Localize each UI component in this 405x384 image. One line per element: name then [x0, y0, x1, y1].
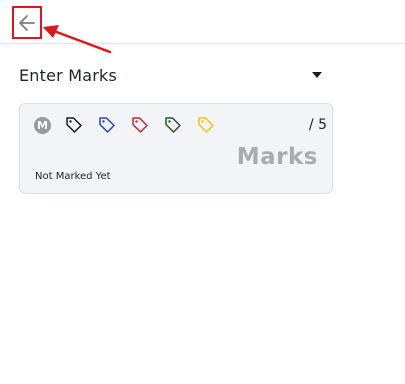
- m-badge-icon[interactable]: M: [34, 116, 51, 134]
- tag-icon-row: M: [34, 116, 230, 134]
- red-tag-icon[interactable]: [131, 116, 149, 134]
- back-button[interactable]: [12, 6, 42, 39]
- green-tag-icon[interactable]: [164, 116, 182, 134]
- score-total: / 5: [308, 117, 327, 133]
- black-tag-icon[interactable]: [65, 116, 83, 134]
- arrow-left-icon: [19, 14, 35, 31]
- annotation-arrow: [43, 25, 112, 54]
- yellow-tag-icon[interactable]: [197, 116, 215, 134]
- section-title: Enter Marks: [19, 65, 118, 85]
- blue-tag-icon[interactable]: [98, 116, 116, 134]
- marking-status: Not Marked Yet: [35, 171, 111, 182]
- marks-label: Marks: [236, 144, 318, 170]
- caret-down-icon[interactable]: [312, 72, 322, 78]
- enter-marks-header[interactable]: Enter Marks: [19, 62, 325, 88]
- marks-card: M / 5 Marks Not Marked Yet: [19, 103, 333, 194]
